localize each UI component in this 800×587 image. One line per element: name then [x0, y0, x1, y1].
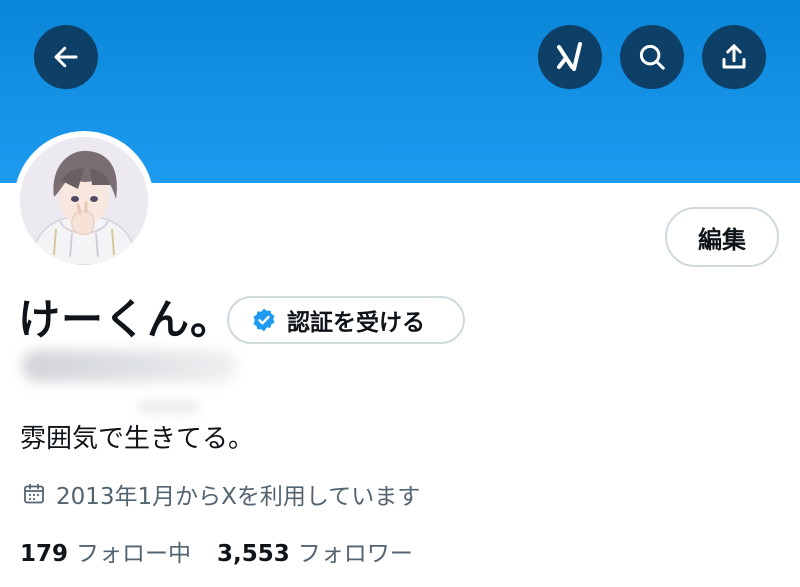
arrow-left-icon — [54, 46, 78, 68]
followers-label: フォロワー — [297, 541, 413, 567]
join-date-text: 2013年1月からXを利用しています — [56, 484, 421, 510]
avatar-illustration — [20, 137, 148, 265]
following-label: フォロー中 — [76, 541, 192, 567]
follow-stats: 179 フォロー中 3,553 フォロワー — [20, 534, 413, 568]
grok-button[interactable] — [538, 25, 602, 89]
verified-badge-icon — [253, 308, 275, 332]
search-button[interactable] — [620, 25, 684, 89]
following-count: 179 — [20, 541, 69, 567]
username-redacted — [22, 350, 237, 382]
get-verified-label: 認証を受ける — [287, 310, 425, 336]
display-name: けーくん。 — [18, 295, 234, 344]
followers-count: 3,553 — [217, 541, 290, 567]
share-button[interactable] — [702, 25, 766, 89]
redaction-smudge — [138, 400, 198, 414]
grok-icon — [557, 42, 582, 71]
back-button[interactable] — [34, 25, 98, 89]
get-verified-button[interactable]: 認証を受ける — [227, 296, 465, 344]
avatar-frame[interactable] — [14, 131, 154, 271]
edit-profile-button[interactable]: 編集 — [665, 207, 779, 267]
search-icon — [639, 44, 665, 70]
followers-link[interactable]: 3,553 フォロワー — [217, 534, 413, 568]
avatar[interactable] — [20, 137, 148, 265]
calendar-icon — [24, 483, 44, 504]
share-icon — [722, 44, 746, 69]
following-link[interactable]: 179 フォロー中 — [20, 534, 191, 568]
profile-bio: 雰囲気で生きてる。 — [20, 424, 255, 454]
join-date: 2013年1月からXを利用しています — [22, 477, 420, 511]
